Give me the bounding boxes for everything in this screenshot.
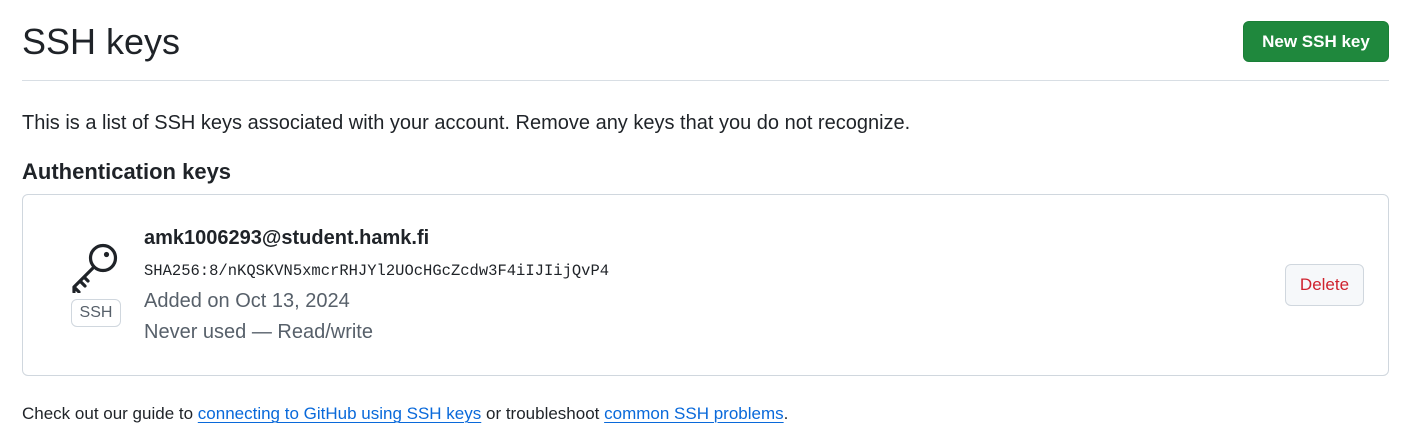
key-title: amk1006293@student.hamk.fi <box>144 227 430 249</box>
key-usage-status: Never used — Read/write <box>144 321 373 343</box>
footer-suffix: . <box>783 404 789 423</box>
ssh-type-label: SSH <box>71 299 121 327</box>
footer-middle: or troubleshoot <box>481 404 605 423</box>
key-icon-column <box>69 239 123 293</box>
new-ssh-key-button[interactable]: New SSH key <box>1243 21 1389 62</box>
ssh-guide-link[interactable]: connecting to GitHub using SSH keys <box>198 404 481 423</box>
ssh-troubleshoot-link[interactable]: common SSH problems <box>604 404 784 423</box>
ssh-keys-page: SSH keys New SSH key This is a list of S… <box>0 0 1407 442</box>
authentication-keys-heading: Authentication keys <box>22 159 232 184</box>
intro-text: This is a list of SSH keys associated wi… <box>22 112 911 134</box>
page-title: SSH keys <box>22 21 181 62</box>
key-added-date: Added on Oct 13, 2024 <box>144 290 350 312</box>
page-header: SSH keys New SSH key <box>22 0 1389 81</box>
footer-prefix: Check out our guide to <box>22 404 198 423</box>
key-fingerprint: SHA256:8/nKQSKVN5xmcrRHJYl2UOcHGcZcdw3F4… <box>144 262 610 280</box>
ssh-key-item: SSH amk1006293@student.hamk.fi SHA256:8/… <box>22 194 1389 376</box>
delete-key-button[interactable]: Delete <box>1285 264 1364 306</box>
key-icon <box>72 243 118 293</box>
footer-help-text: Check out our guide to connecting to Git… <box>22 402 788 426</box>
